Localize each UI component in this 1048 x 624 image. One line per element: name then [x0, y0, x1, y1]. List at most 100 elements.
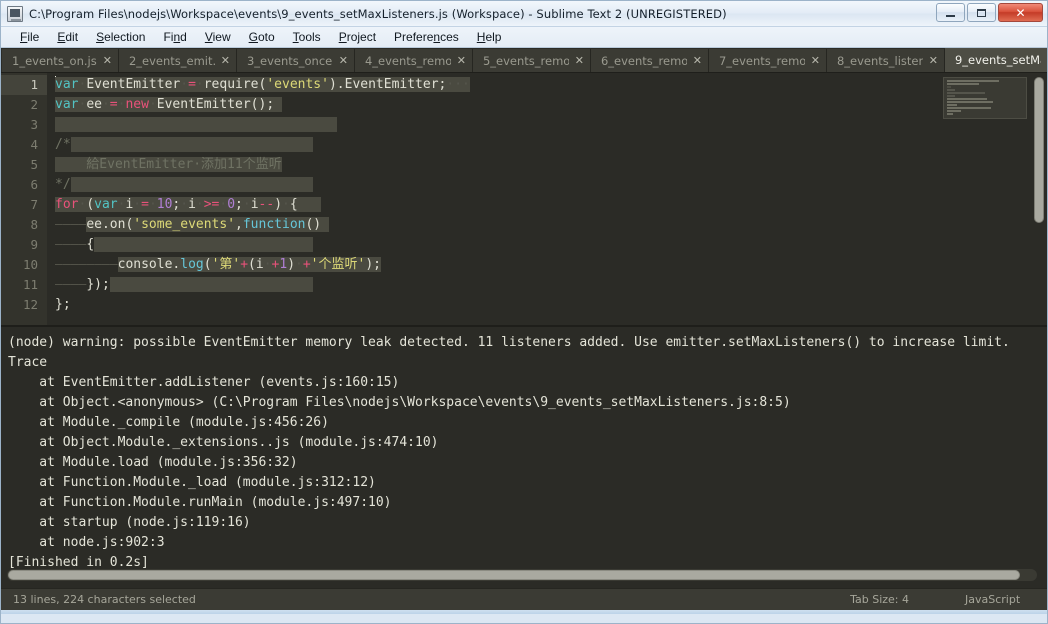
- scrollbar-thumb[interactable]: [1034, 77, 1044, 223]
- window-controls: ✕: [936, 3, 1043, 22]
- menu-mnemonic: S: [96, 30, 105, 44]
- editor-tab[interactable]: 8_events_listene ✕: [826, 49, 945, 72]
- tab-label: 9_events_setMa: [954, 52, 1041, 67]
- code-content[interactable]: var·EventEmitter·=·require('events').Eve…: [48, 73, 1047, 325]
- output-line: at Function.Module._load (module.js:312:…: [8, 475, 376, 490]
- code-line-3: [48, 115, 1047, 135]
- menu-mnemonic: F: [20, 30, 28, 44]
- code-line-4: /*: [48, 135, 1047, 155]
- output-line: at Module.load (module.js:356:32): [8, 455, 298, 470]
- menu-item-project[interactable]: Project: [330, 29, 385, 45]
- code-line-11: ————});: [48, 275, 1047, 295]
- menu-item-preferences[interactable]: Preferences: [385, 29, 468, 45]
- line-number: 1: [1, 75, 47, 95]
- line-number: 7: [30, 197, 38, 212]
- editor-tab[interactable]: 4_events_remove ✕: [354, 49, 473, 72]
- line-number: 8: [30, 217, 38, 232]
- code-line-6: */: [48, 175, 1047, 195]
- tab-label: 1_events_on.js: [12, 53, 97, 68]
- menu-mnemonic: P: [338, 30, 347, 44]
- menu-item-find[interactable]: Find: [154, 29, 195, 45]
- code-line-5: 給EventEmitter·添加11个监听: [55, 157, 282, 172]
- editor-tab[interactable]: 5_events_remov ✕: [472, 49, 591, 72]
- code-line-10: ————————console.log('第'+(i·+1)·+'个监听');: [55, 257, 381, 272]
- status-syntax-mode[interactable]: JavaScript: [965, 593, 1035, 606]
- editor-tab[interactable]: 9_events_setMa✕: [944, 48, 1047, 72]
- sublime-text-window: C:\Program Files\nodejs\Workspace\events…: [0, 0, 1048, 624]
- menu-bar: File Edit Selection Find View Goto Tools Projec…: [1, 27, 1047, 48]
- output-line: (node) warning: possible EventEmitter me…: [8, 335, 1010, 350]
- tab-close-icon[interactable]: ✕: [929, 55, 938, 66]
- tab-close-icon[interactable]: ✕: [693, 55, 702, 66]
- line-number: 5: [30, 157, 38, 172]
- console-horizontal-scrollbar[interactable]: [7, 569, 1037, 581]
- tab-label: 2_events_emit.js: [128, 53, 215, 68]
- title-bar: C:\Program Files\nodejs\Workspace\events…: [1, 1, 1047, 27]
- tab-label: 6_events_remov: [600, 53, 687, 68]
- tab-close-icon[interactable]: ✕: [103, 55, 112, 66]
- menu-mnemonic: E: [57, 30, 66, 44]
- build-output-panel[interactable]: (node) warning: possible EventEmitter me…: [1, 325, 1047, 588]
- menu-mnemonic: V: [204, 30, 213, 44]
- menu-mnemonic: n: [433, 30, 441, 44]
- line-number: 3: [30, 117, 38, 132]
- code-line-9: ————{: [48, 235, 1047, 255]
- status-bar: 13 lines, 224 characters selected Tab Si…: [1, 588, 1047, 610]
- tab-label: 4_events_remove: [364, 53, 451, 68]
- menu-mnemonic: H: [476, 30, 486, 44]
- editor-tab[interactable]: 7_events_remov ✕: [708, 49, 827, 72]
- status-tab-size[interactable]: Tab Size: 4: [850, 593, 909, 606]
- code-line-12: };: [55, 297, 71, 312]
- line-number: 10: [22, 257, 38, 272]
- menu-mnemonic: n: [173, 30, 181, 44]
- menu-item-file[interactable]: File: [11, 29, 48, 45]
- output-line: at startup (node.js:119:16): [8, 515, 251, 530]
- menu-item-edit[interactable]: Edit: [48, 29, 87, 45]
- tab-close-icon[interactable]: ✕: [339, 55, 348, 66]
- scrollbar-thumb[interactable]: [8, 570, 1020, 580]
- tab-close-icon[interactable]: ✕: [575, 55, 584, 66]
- sublime-app-icon: [7, 5, 23, 22]
- output-line: at Module._compile (module.js:456:26): [8, 415, 329, 430]
- build-output-lines: (node) warning: possible EventEmitter me…: [1, 333, 1047, 573]
- line-number: 9: [30, 237, 38, 252]
- output-line: at Object.Module._extensions..js (module…: [8, 435, 439, 450]
- code-editor[interactable]: 1 2 3 4 5 6 7 8 9 10 11 12 var·EventEmitter·=·requi…: [1, 73, 1047, 325]
- status-selection-info: 13 lines, 224 characters selected: [13, 593, 196, 606]
- tab-close-icon[interactable]: ✕: [457, 55, 466, 66]
- close-button[interactable]: ✕: [998, 3, 1043, 22]
- editor-tab[interactable]: 1_events_on.js ✕: [2, 49, 119, 72]
- editor-tab[interactable]: 2_events_emit.js ✕: [118, 49, 237, 72]
- output-line: Trace: [8, 355, 48, 370]
- tab-label: 5_events_remov: [482, 53, 569, 68]
- tab-bar: 1_events_on.js✕2_events_emit.js✕3_events…: [1, 48, 1047, 73]
- tab-close-icon[interactable]: ✕: [811, 55, 820, 66]
- line-number: 2: [30, 97, 38, 112]
- menu-item-view[interactable]: View: [196, 29, 240, 45]
- tab-label: 7_events_remov: [718, 53, 805, 68]
- menu-item-help[interactable]: Help: [468, 29, 511, 45]
- line-number: 4: [30, 137, 38, 152]
- code-line-2: var·ee·=·new·EventEmitter();: [48, 95, 1047, 115]
- menu-item-tools[interactable]: Tools: [284, 29, 330, 45]
- output-line: at node.js:902:3: [8, 535, 165, 550]
- menu-item-goto[interactable]: Goto: [240, 29, 284, 45]
- tab-label: 3_events_once.js: [246, 53, 333, 68]
- menu-mnemonic: G: [248, 30, 258, 44]
- menu-item-selection[interactable]: Selection: [87, 29, 154, 45]
- code-line-1: var·EventEmitter·=·require('events').Eve…: [55, 76, 470, 92]
- window-bottom-edge: [1, 610, 1047, 614]
- maximize-button[interactable]: [967, 3, 996, 22]
- editor-tab[interactable]: 3_events_once.js ✕: [236, 49, 355, 72]
- output-line: at Function.Module.runMain (module.js:49…: [8, 495, 392, 510]
- editor-vertical-scrollbar[interactable]: [1031, 73, 1047, 325]
- code-line-8: ————ee.on('some_events',function(): [48, 215, 1047, 235]
- minimize-button[interactable]: [936, 3, 965, 22]
- tab-close-icon[interactable]: ✕: [221, 55, 230, 66]
- line-number: 12: [22, 297, 38, 312]
- line-number-gutter: 1 2 3 4 5 6 7 8 9 10 11 12: [1, 73, 48, 325]
- menu-mnemonic: T: [292, 30, 299, 44]
- editor-tab[interactable]: 6_events_remov ✕: [590, 49, 709, 72]
- line-number: 11: [22, 277, 38, 292]
- line-number: 6: [30, 177, 38, 192]
